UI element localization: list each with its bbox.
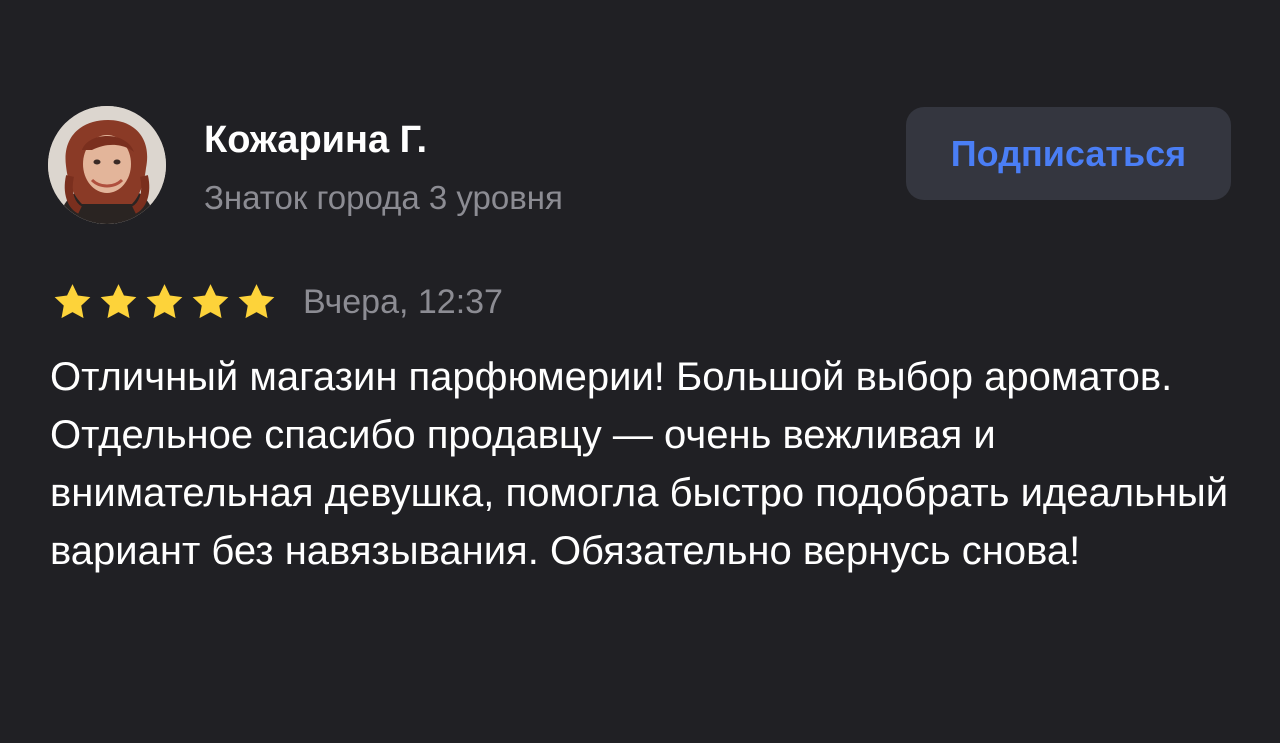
star-icon [146,284,183,319]
rating-row: Вчера, 12:37 [50,280,503,324]
author-level: Знаток города 3 уровня [204,179,563,216]
review-text: Отличный магазин парфюмерии! Большой выб… [50,355,1229,573]
star-icon [54,284,91,319]
review-date: Вчера, 12:37 [303,283,503,321]
subscribe-button[interactable]: Подписаться [906,107,1231,200]
review-card: Кожарина Г. Знаток города 3 уровня Подпи… [0,0,1280,743]
user-photo-avatar-icon [48,106,166,224]
star-icon [238,284,275,319]
star-rating [50,281,279,323]
author-name[interactable]: Кожарина Г. [204,118,427,162]
star-icon [192,284,229,319]
avatar[interactable] [48,106,166,224]
star-icon [100,284,137,319]
